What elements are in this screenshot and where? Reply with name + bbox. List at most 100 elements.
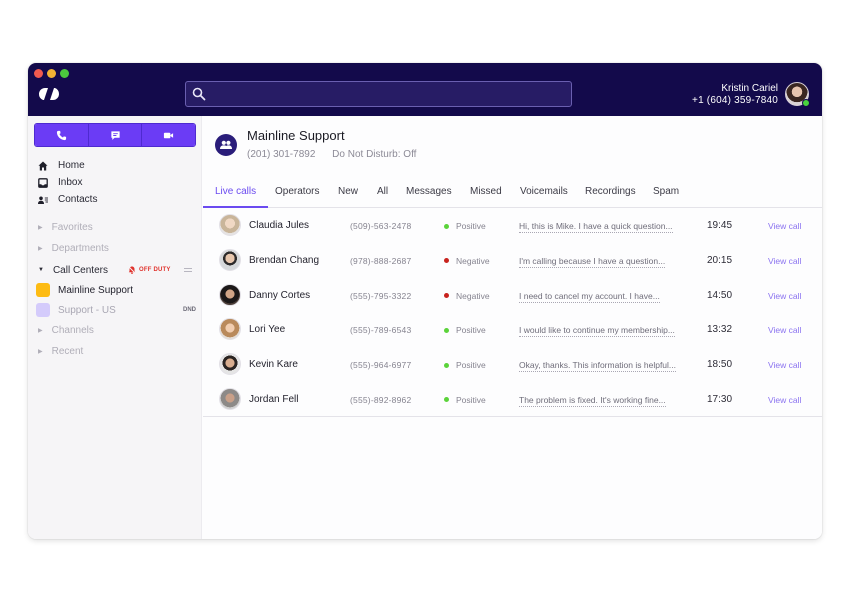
tab-live-calls[interactable]: Live calls [202,186,269,208]
call-button[interactable] [35,124,89,146]
call-time: 20:15 [707,254,733,266]
nav-item-inbox[interactable]: Inbox [38,174,97,191]
caller-name: Jordan Fell [249,393,299,405]
user-info: Kristin Cariel +1 (604) 359-7840 [692,83,778,107]
nav-item-label: Inbox [58,177,83,188]
sentiment-label: Positive [456,360,486,371]
call-time: 13:32 [707,324,733,336]
transcript-snippet[interactable]: Hi, this is Mike. I have a quick questio… [519,221,673,233]
call-row[interactable]: Kevin Kare (555)-964-6977 Positive Okay,… [203,347,822,382]
sentiment-dot-icon [444,293,449,299]
sentiment: Positive [444,395,486,405]
message-button[interactable] [88,124,143,146]
sentiment-dot-icon [444,223,449,229]
off-duty-status[interactable]: OFF DUTY [128,266,171,274]
chevron-down-icon: ▼ [38,267,44,273]
section-label: Call Centers [52,264,108,276]
bell-off-icon [128,266,136,274]
tab-all[interactable]: All [377,186,388,208]
home-icon [38,161,48,170]
call-center-color-icon [36,303,50,317]
menu-icon[interactable] [184,268,192,272]
view-call-link[interactable]: View call [768,256,801,266]
section-departments[interactable]: ▶ Departments [38,241,196,255]
tab-operators[interactable]: Operators [275,186,319,208]
call-center-item-mainline-support[interactable]: Mainline Support [36,282,196,298]
sentiment-label: Negative [456,290,490,301]
call-center-label: Support - US [58,304,116,316]
call-row[interactable]: Jordan Fell (555)-892-8962 Positive The … [203,382,822,417]
sentiment: Negative [444,291,490,301]
live-calls-list: Claudia Jules (509)-563-2478 Positive Hi… [203,208,822,417]
caller-phone: (555)-964-6977 [350,360,412,371]
call-center-phone: (201) 301-7892 [247,149,316,160]
sidebar: Home Inbox Contacts ▶ Favorites ▶ Depart… [28,116,202,539]
section-favorites[interactable]: ▶ Favorites [38,220,196,234]
call-center-label: Mainline Support [58,284,134,296]
caller-phone: (555)-789-6543 [350,325,412,336]
view-call-link[interactable]: View call [768,360,801,370]
search-input[interactable] [212,82,567,106]
sentiment-label: Positive [456,325,486,336]
call-row[interactable]: Danny Cortes (555)-795-3322 Negative I n… [203,278,822,313]
caller-phone: (509)-563-2478 [350,221,412,231]
section-label: Favorites [51,221,93,233]
section-recent[interactable]: ▶ Recent [38,344,196,358]
call-row[interactable]: Lori Yee (555)-789-6543 Positive I would… [203,312,822,347]
search-bar[interactable] [185,81,572,107]
nav-item-label: Contacts [58,194,98,205]
dnd-status[interactable]: Do Not Disturb: Off [332,149,416,160]
view-call-link[interactable]: View call [768,325,801,335]
caller-avatar [219,214,241,236]
transcript-snippet[interactable]: I would like to continue my membership..… [519,325,675,338]
section-call-centers[interactable]: ▼ Call Centers OFF DUTY [38,263,196,277]
caller-avatar [219,387,241,410]
call-row[interactable]: Brendan Chang (978)-888-2687 Negative I'… [203,243,822,278]
tab-spam[interactable]: Spam [653,186,679,208]
tab-voicemails[interactable]: Voicemails [520,186,568,208]
sentiment-label: Positive [456,394,486,405]
view-call-link[interactable]: View call [768,221,801,231]
maximize-window-button[interactable] [60,69,69,78]
sentiment-dot-icon [444,258,449,264]
group-icon [220,140,232,149]
transcript-snippet[interactable]: The problem is fixed. It's working fine.… [519,395,666,407]
chevron-right-icon: ▶ [38,348,43,355]
caller-avatar [219,318,241,341]
sentiment-dot-icon [444,327,449,333]
chevron-right-icon: ▶ [38,224,43,231]
user-status-indicator [802,99,810,107]
communication-buttons [34,123,196,147]
view-call-link[interactable]: View call [768,395,801,405]
nav-item-contacts[interactable]: Contacts [38,191,97,208]
transcript-snippet[interactable]: I need to cancel my account. I have... [519,291,660,303]
message-icon [110,130,120,140]
caller-avatar [219,248,241,271]
call-center-color-icon [36,283,50,297]
minimize-window-button[interactable] [47,69,56,78]
off-duty-label: OFF DUTY [139,267,171,273]
sentiment-dot-icon [444,397,449,403]
call-time: 14:50 [707,289,733,301]
inbox-icon [38,177,48,188]
call-row[interactable]: Claudia Jules (509)-563-2478 Positive Hi… [203,208,822,243]
transcript-snippet[interactable]: Okay, thanks. This information is helpfu… [519,360,677,373]
call-center-item-support-us[interactable]: Support - US DND [36,302,196,318]
tab-recordings[interactable]: Recordings [585,186,636,208]
user-name: Kristin Cariel [721,83,778,94]
dialpad-logo-icon[interactable] [37,86,61,102]
tab-messages[interactable]: Messages [406,186,452,208]
nav-item-home[interactable]: Home [38,157,97,174]
contacts-icon [38,196,48,204]
tab-new[interactable]: New [338,186,358,208]
view-call-link[interactable]: View call [768,291,801,301]
caller-phone: (978)-888-2687 [350,255,412,266]
section-channels[interactable]: ▶ Channels [38,323,196,337]
transcript-snippet[interactable]: I'm calling because I have a question... [519,256,666,268]
call-time: 17:30 [707,393,733,405]
top-bar: Kristin Cariel +1 (604) 359-7840 [28,63,822,116]
close-window-button[interactable] [34,69,43,78]
video-button[interactable] [142,124,195,146]
tab-missed[interactable]: Missed [470,186,502,208]
caller-name: Kevin Kare [249,359,298,371]
